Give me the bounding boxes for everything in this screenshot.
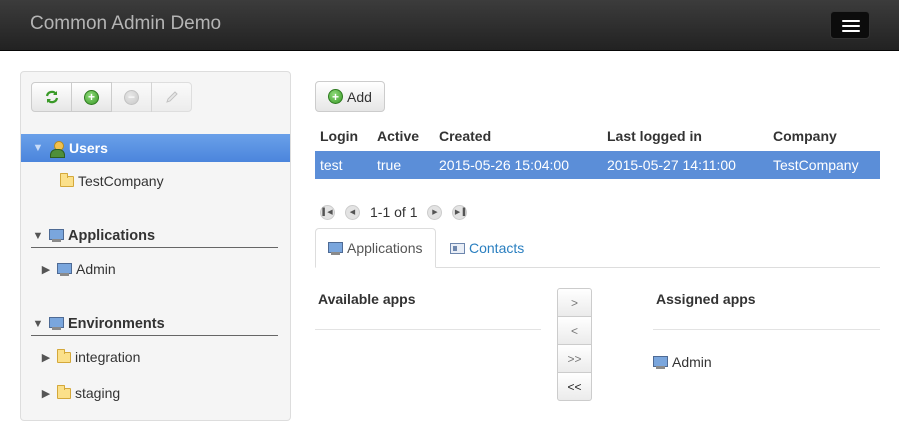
tree-item-testcompany[interactable]: TestCompany <box>56 172 164 189</box>
users-icon <box>49 140 65 158</box>
add-icon: + <box>84 89 99 105</box>
detail-tabs: Applications Contacts <box>315 228 880 268</box>
refresh-icon <box>45 90 58 104</box>
column-header-last-logged-in[interactable]: Last logged in <box>607 128 702 144</box>
table-row[interactable]: test true 2015-05-26 15:04:00 2015-05-27… <box>315 151 880 179</box>
column-header-active[interactable]: Active <box>377 128 419 144</box>
pager: ▌◀ ◀ 1-1 of 1 ▶ ▶▐ <box>320 204 468 220</box>
hamburger-icon <box>842 25 860 27</box>
tab-label: Applications <box>347 240 423 256</box>
folder-icon <box>57 348 71 363</box>
available-apps-label: Available apps <box>318 291 416 307</box>
hamburger-icon <box>842 20 860 22</box>
next-page-icon[interactable]: ▶ <box>427 204 443 220</box>
tab-contacts[interactable]: Contacts <box>450 228 524 268</box>
tree-item-users[interactable]: ▼ Users <box>21 134 290 162</box>
expand-toggle-icon[interactable]: ▶ <box>39 263 53 276</box>
tab-applications[interactable]: Applications <box>315 228 436 268</box>
app-brand[interactable]: Common Admin Demo <box>30 13 221 35</box>
add-node-button[interactable]: + <box>71 82 112 112</box>
tree-item-label: Admin <box>76 261 116 277</box>
tree-item-label: staging <box>75 385 121 401</box>
cell-active: true <box>377 157 402 173</box>
tree-item-label: Environments <box>68 315 165 332</box>
column-header-created[interactable]: Created <box>439 128 491 144</box>
top-navbar: Common Admin Demo <box>0 0 899 51</box>
application-icon <box>328 241 343 255</box>
tree-item-label: integration <box>75 349 141 365</box>
move-all-left-button[interactable]: << <box>557 372 592 401</box>
tree-item-staging[interactable]: ▶ staging <box>39 384 121 401</box>
tree-item-label: Users <box>69 140 108 156</box>
pager-text: 1-1 of 1 <box>370 204 418 220</box>
add-button-label: Add <box>347 88 372 105</box>
application-icon <box>49 229 64 242</box>
remove-icon: − <box>124 89 139 105</box>
tree-item-applications[interactable]: ▼ Applications <box>31 224 278 248</box>
move-right-button[interactable]: > <box>557 288 592 317</box>
folder-icon <box>60 172 74 187</box>
edit-node-button[interactable] <box>151 82 192 112</box>
last-page-icon[interactable]: ▶▐ <box>452 204 468 220</box>
column-header-login[interactable]: Login <box>320 128 358 144</box>
table-header: Login Active Created Last logged in Comp… <box>315 122 880 150</box>
first-page-icon[interactable]: ▌◀ <box>320 204 335 220</box>
tree-item-integration[interactable]: ▶ integration <box>39 348 141 365</box>
move-buttons: > < >> << <box>557 288 592 401</box>
collapse-toggle-icon[interactable]: ▼ <box>31 318 45 330</box>
refresh-button[interactable] <box>31 82 72 112</box>
move-all-right-button[interactable]: >> <box>557 344 592 373</box>
add-icon: + <box>328 89 344 104</box>
tree-toolbar: + − <box>31 82 192 112</box>
assigned-apps-divider <box>653 329 880 330</box>
move-left-button[interactable]: < <box>557 316 592 345</box>
cell-created: 2015-05-26 15:04:00 <box>439 157 569 173</box>
assigned-apps-label: Assigned apps <box>656 291 756 307</box>
tree-item-label: TestCompany <box>78 173 164 189</box>
folder-icon <box>57 384 71 399</box>
tree-item-admin[interactable]: ▶ Admin <box>39 261 116 277</box>
expand-toggle-icon[interactable]: ▶ <box>39 351 53 364</box>
remove-node-button[interactable]: − <box>111 82 152 112</box>
tree-panel: + − ▼ Users TestCompany ▼ Applications ▶… <box>20 71 291 421</box>
application-icon <box>57 262 72 276</box>
environment-icon <box>49 317 64 330</box>
edit-icon <box>165 91 178 103</box>
assigned-app-label: Admin <box>672 354 712 370</box>
add-user-button[interactable]: + Add <box>315 81 385 112</box>
prev-page-icon[interactable]: ◀ <box>345 204 360 220</box>
cell-login: test <box>320 157 343 173</box>
hamburger-icon <box>842 30 860 32</box>
expand-toggle-icon[interactable]: ▶ <box>39 387 53 400</box>
hamburger-menu-button[interactable] <box>830 11 870 39</box>
tab-label: Contacts <box>469 240 525 256</box>
assigned-app-admin[interactable]: Admin <box>651 354 712 370</box>
column-header-company[interactable]: Company <box>773 128 837 144</box>
cell-last-logged-in: 2015-05-27 14:11:00 <box>607 157 736 173</box>
application-icon <box>653 355 668 369</box>
tree-item-label: Applications <box>68 227 156 244</box>
collapse-toggle-icon[interactable]: ▼ <box>31 230 45 242</box>
cell-company: TestCompany <box>773 157 859 173</box>
available-apps-divider <box>315 329 541 330</box>
tree-item-environments[interactable]: ▼ Environments <box>31 312 278 336</box>
contact-card-icon <box>450 242 465 254</box>
collapse-toggle-icon[interactable]: ▼ <box>31 142 45 154</box>
